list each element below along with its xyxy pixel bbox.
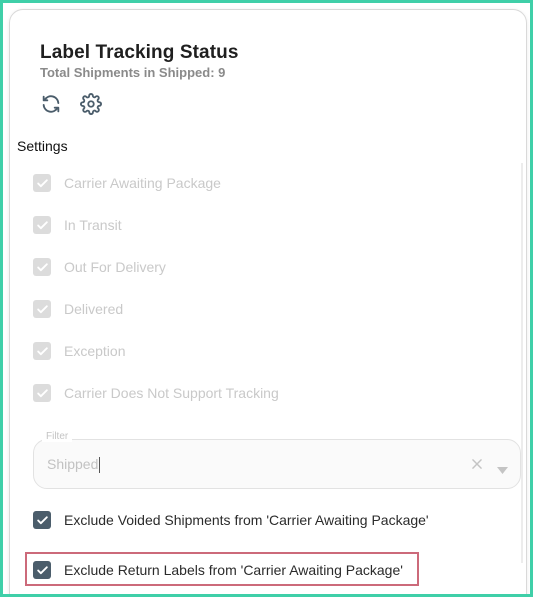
checkbox: [33, 300, 51, 318]
checkbox: [33, 342, 51, 360]
option-label: Carrier Does Not Support Tracking: [64, 385, 279, 401]
window-frame: Label Tracking Status Total Shipments in…: [3, 3, 530, 594]
refresh-icon: [42, 95, 60, 113]
exclude-returns-label[interactable]: Exclude Return Labels from 'Carrier Awai…: [64, 562, 403, 578]
gear-icon: [80, 93, 102, 115]
settings-button[interactable]: [78, 91, 104, 117]
chevron-down-icon: [497, 467, 508, 474]
status-option-in-transit: In Transit: [33, 214, 122, 236]
dropdown-button[interactable]: [497, 461, 508, 479]
refresh-button[interactable]: [38, 91, 64, 117]
status-option-delivered: Delivered: [33, 298, 123, 320]
option-label: Out For Delivery: [64, 259, 166, 275]
status-option-carrier-awaiting-package: Carrier Awaiting Package: [33, 172, 221, 194]
exclude-returns-checkbox[interactable]: [33, 561, 51, 579]
exclude-voided-option[interactable]: Exclude Voided Shipments from 'Carrier A…: [33, 509, 429, 531]
exclude-voided-checkbox[interactable]: [33, 511, 51, 529]
check-icon: [36, 262, 48, 271]
settings-section-label: Settings: [17, 138, 68, 154]
check-icon: [36, 388, 48, 397]
option-label: In Transit: [64, 217, 122, 233]
option-label: Carrier Awaiting Package: [64, 175, 221, 191]
status-option-no-tracking-support: Carrier Does Not Support Tracking: [33, 382, 279, 404]
checkbox: [33, 174, 51, 192]
option-label: Delivered: [64, 301, 124, 317]
text-caret: [99, 457, 101, 474]
option-label: Exception: [64, 343, 126, 359]
shipment-count-subtitle: Total Shipments in Shipped: 9: [40, 65, 226, 80]
check-icon: [36, 304, 48, 313]
check-icon: [36, 346, 48, 355]
filter-legend: Filter: [42, 431, 73, 442]
checkbox: [33, 384, 51, 402]
page-title: Label Tracking Status: [40, 42, 239, 63]
exclude-voided-label[interactable]: Exclude Voided Shipments from 'Carrier A…: [64, 512, 429, 528]
close-icon: [472, 459, 482, 469]
check-icon: [36, 178, 48, 187]
check-icon: [36, 220, 48, 229]
clear-filter-button[interactable]: [470, 457, 484, 476]
checkbox: [33, 258, 51, 276]
filter-select[interactable]: Filter Shipped: [33, 431, 521, 489]
exclude-returns-option[interactable]: Exclude Return Labels from 'Carrier Awai…: [33, 559, 403, 581]
check-icon: [36, 565, 48, 574]
check-icon: [36, 515, 48, 524]
checkbox: [33, 216, 51, 234]
scrollbar[interactable]: [521, 163, 523, 563]
filter-value[interactable]: Shipped: [47, 456, 101, 474]
filter-value-text: Shipped: [47, 456, 99, 472]
status-option-exception: Exception: [33, 340, 125, 362]
status-option-out-for-delivery: Out For Delivery: [33, 256, 166, 278]
